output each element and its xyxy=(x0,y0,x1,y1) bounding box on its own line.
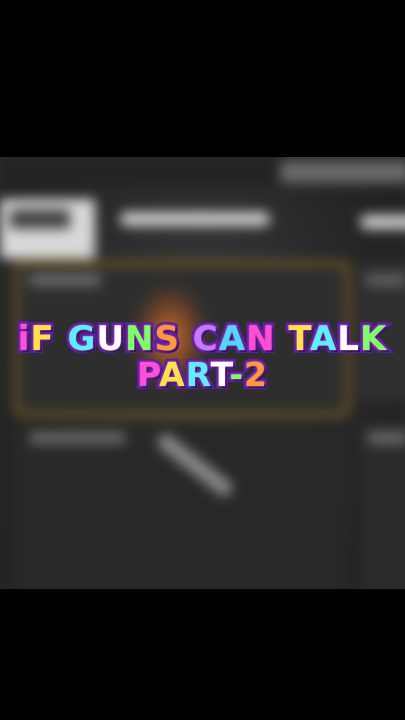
title-letter: G xyxy=(64,319,98,359)
weapon-card-bottom-label xyxy=(30,432,125,444)
blurred-streak xyxy=(360,215,405,229)
title-letter: U xyxy=(93,319,127,359)
title-letter: T xyxy=(285,319,311,359)
title-letter: S xyxy=(151,319,181,359)
title-letter: A xyxy=(216,319,248,359)
title-letter: N xyxy=(122,319,157,359)
title-letter: - xyxy=(226,355,246,394)
title-letter: A xyxy=(307,319,339,359)
title-letter: i xyxy=(15,319,33,359)
left-tab-block xyxy=(0,199,95,259)
title-space xyxy=(55,319,68,359)
title-space xyxy=(180,319,193,359)
left-tab-inner xyxy=(10,209,70,229)
title-overlay: iF GUNS CAN TALK PART-2 xyxy=(0,319,405,394)
title-letter: 2 xyxy=(241,355,270,394)
title-letter: R xyxy=(183,355,213,394)
title-letter: N xyxy=(243,319,278,359)
weapon-card-bottom-right-label xyxy=(368,432,405,444)
title-line-2: PART-2 xyxy=(0,355,405,394)
title-line-1: iF GUNS CAN TALK xyxy=(0,319,405,359)
blurred-streak xyxy=(120,212,270,226)
title-letter: K xyxy=(357,319,389,359)
title-letter: T xyxy=(208,355,232,394)
title-space xyxy=(276,319,289,359)
weapon-card-right-label xyxy=(366,275,405,285)
weapon-card-bottom-right xyxy=(360,422,405,589)
title-letter: P xyxy=(134,355,161,394)
title-letter: L xyxy=(334,319,362,359)
weapon-card-label xyxy=(30,275,100,285)
top-bar-pill xyxy=(280,161,405,183)
title-letter: A xyxy=(156,355,187,394)
title-letter: C xyxy=(190,319,221,359)
title-letter: F xyxy=(27,319,56,359)
